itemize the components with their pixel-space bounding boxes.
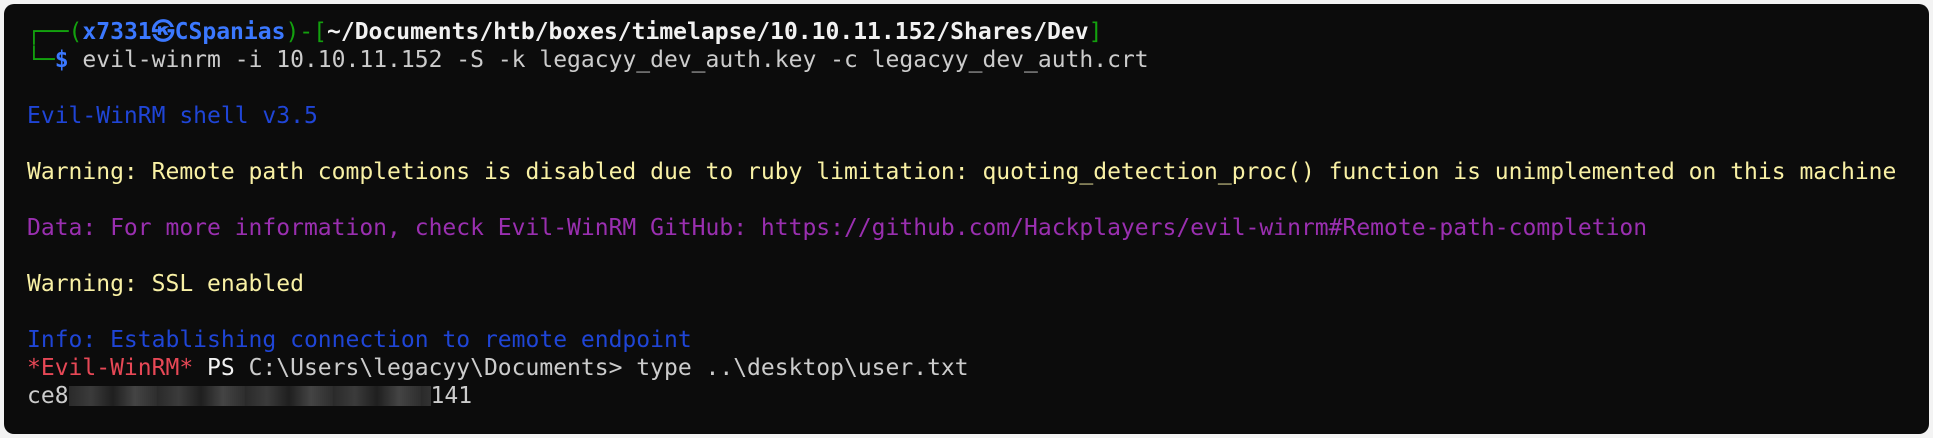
prompt-corner-bottom: └─ bbox=[27, 47, 55, 73]
flag-prefix: ce8 bbox=[27, 383, 69, 409]
prompt-line-top: ┌──(x7331㉿CSpanias)-[~/Documents/htb/box… bbox=[27, 18, 1929, 46]
prompt-close-bracket: ] bbox=[1088, 19, 1103, 45]
ps-command: type ..\desktop\user.txt bbox=[622, 355, 969, 381]
redaction-block bbox=[68, 386, 431, 406]
banner-text: Evil-WinRM shell v3.5 bbox=[27, 103, 318, 129]
prompt-corner-top: ┌── bbox=[27, 19, 69, 45]
warning-remote-path: Warning: Remote path completions is disa… bbox=[27, 159, 1897, 185]
data-info-line: Data: For more information, check Evil-W… bbox=[27, 215, 1648, 241]
prompt-close-paren: ) bbox=[285, 19, 300, 45]
ps-label: PS bbox=[193, 355, 249, 381]
prompt-host: CSpanias bbox=[174, 19, 286, 45]
ps-prompt-tag: *Evil-WinRM* bbox=[27, 355, 194, 381]
ps-cwd: C:\Users\legacyy\Documents> bbox=[248, 355, 623, 381]
prompt-user: x7331 bbox=[82, 19, 152, 45]
prompt-dollar: $ bbox=[54, 47, 69, 73]
command-text: evil-winrm -i 10.10.11.152 -S -k legacyy… bbox=[68, 47, 1149, 73]
ps-prompt-line: *Evil-WinRM* PS C:\Users\legacyy\Documen… bbox=[27, 354, 1929, 382]
flag-output-line: ce8 141 bbox=[27, 382, 1929, 410]
flag-suffix: 141 bbox=[430, 383, 473, 409]
info-connecting: Info: Establishing connection to remote … bbox=[27, 327, 692, 353]
prompt-line-command: └─$ evil-winrm -i 10.10.11.152 -S -k leg… bbox=[27, 46, 1929, 74]
prompt-at-symbol: ㉿ bbox=[151, 19, 175, 45]
prompt-open-paren: ( bbox=[68, 19, 83, 45]
prompt-dash: -[ bbox=[299, 19, 327, 45]
warning-ssl: Warning: SSL enabled bbox=[27, 271, 304, 297]
terminal-window[interactable]: ┌──(x7331㉿CSpanias)-[~/Documents/htb/box… bbox=[4, 4, 1929, 434]
prompt-path: ~/Documents/htb/boxes/timelapse/10.10.11… bbox=[327, 19, 1089, 45]
